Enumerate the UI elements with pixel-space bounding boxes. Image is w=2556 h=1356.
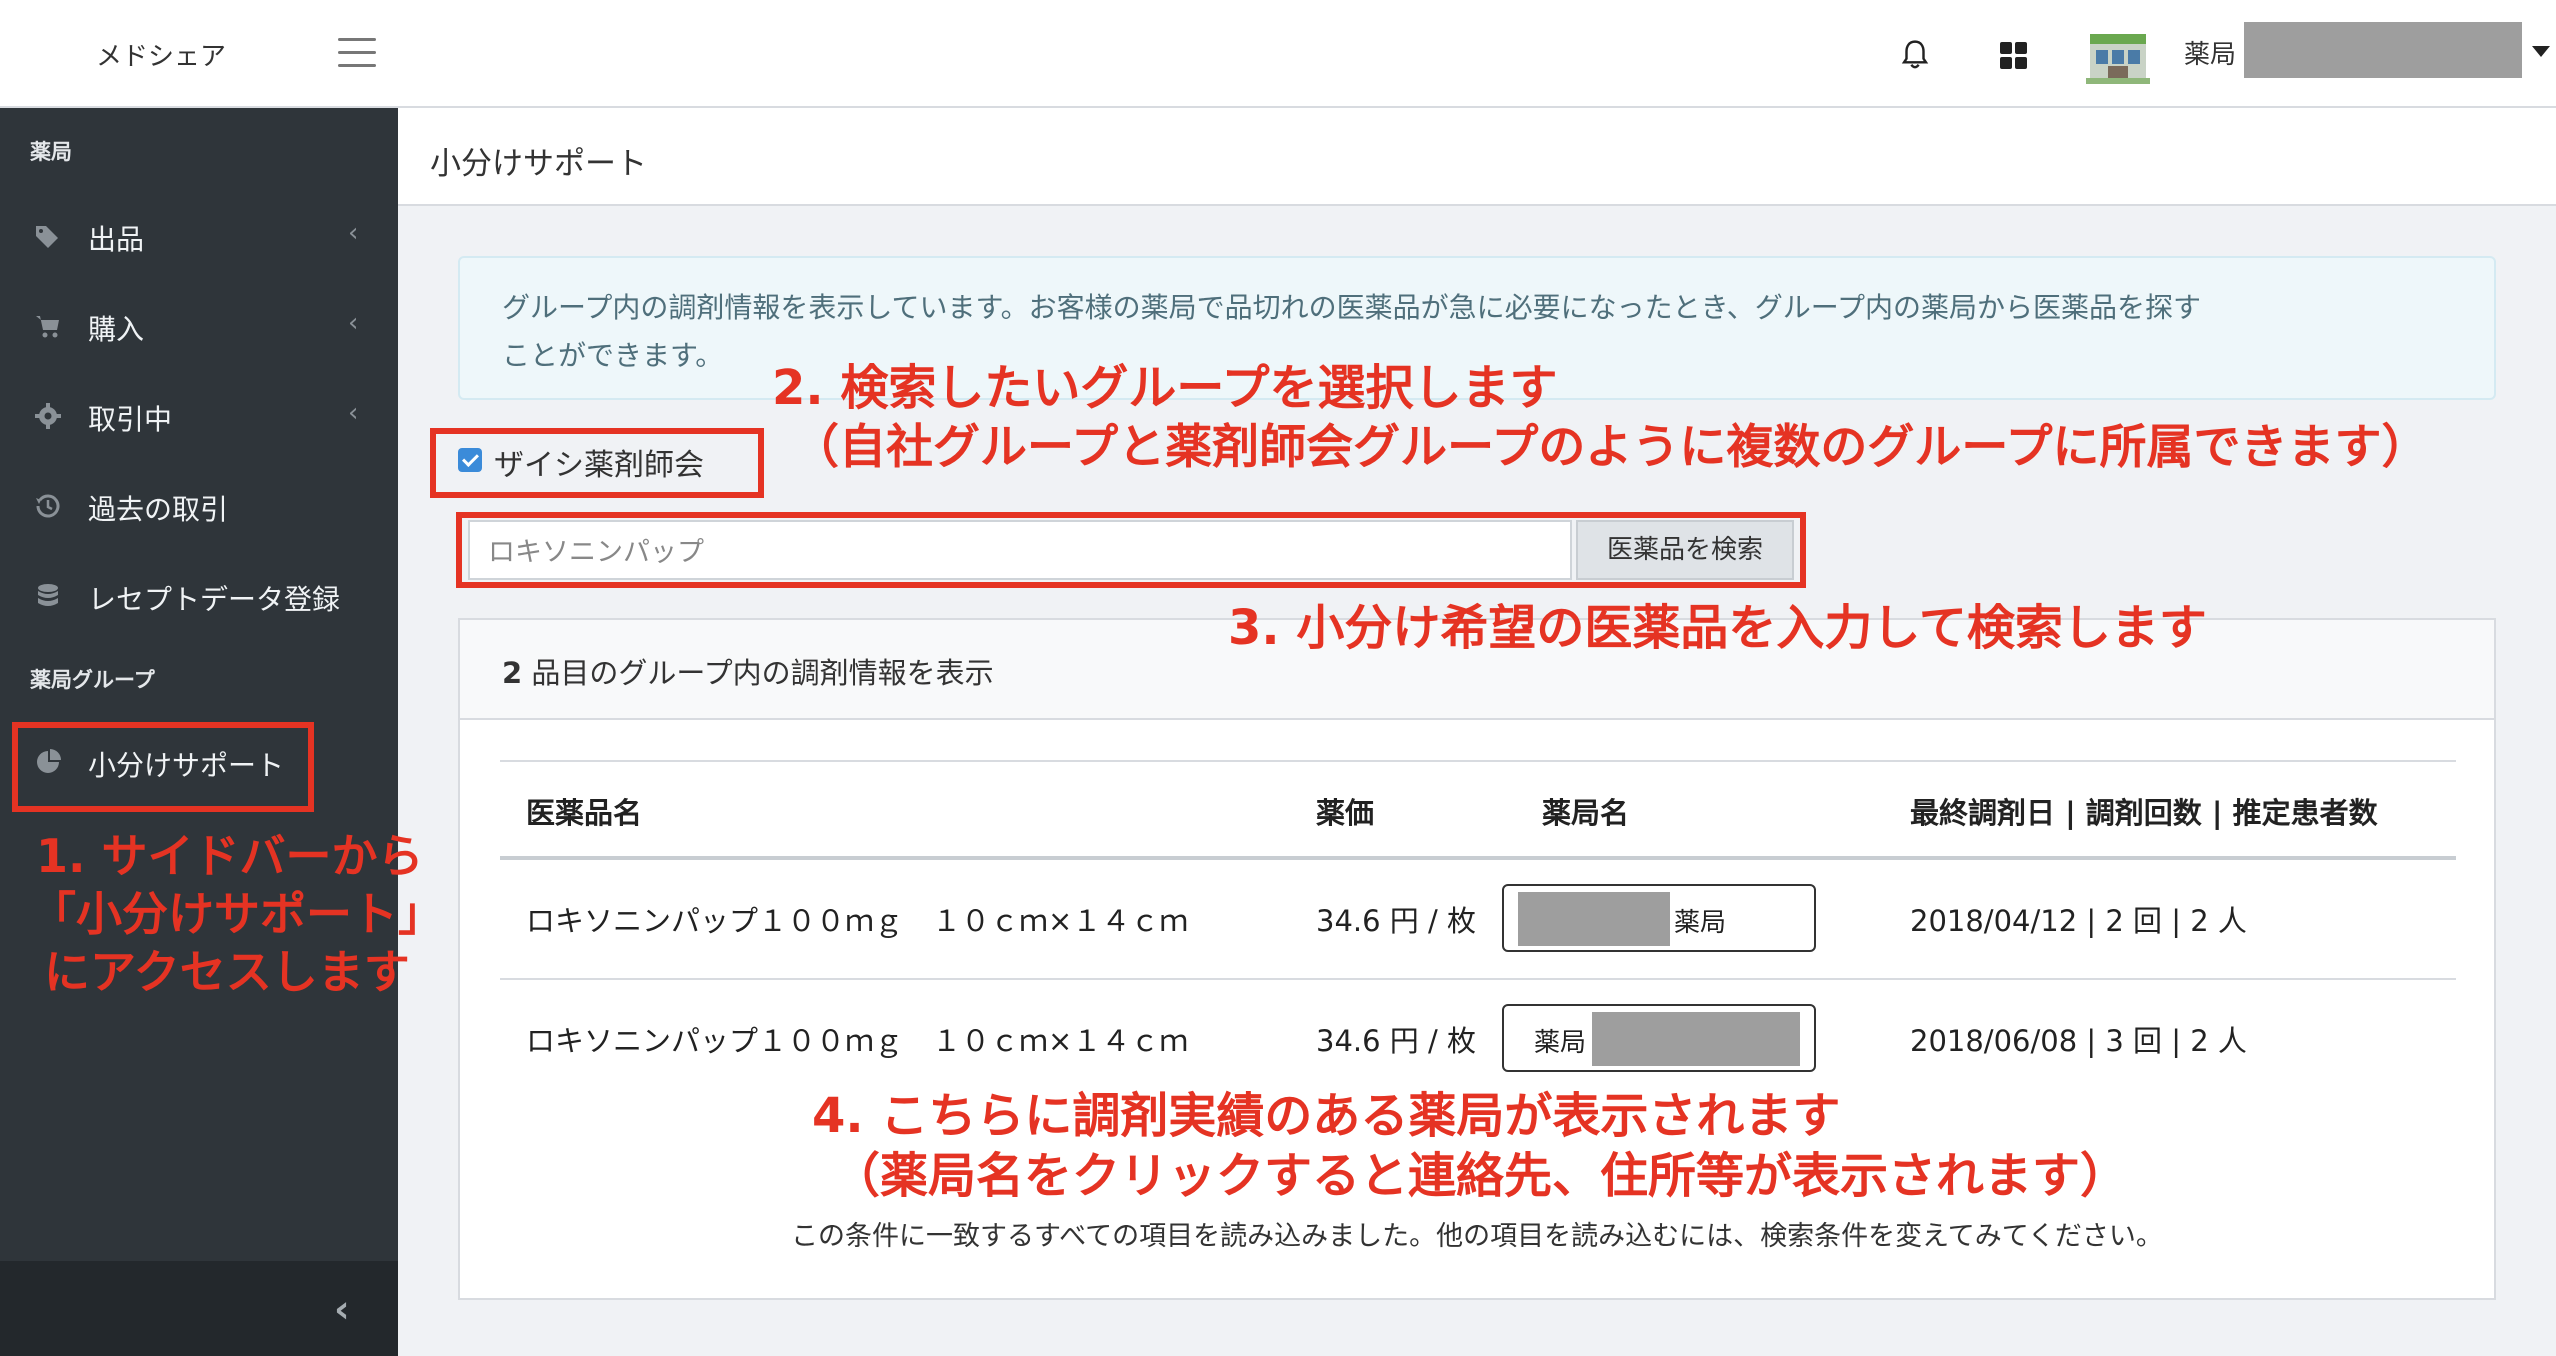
sidebar-item-label: レセプトデータ登録: [88, 583, 341, 616]
redacted-area: [1518, 892, 1670, 946]
gear-icon: [35, 403, 61, 429]
redacted-area: [2244, 22, 2522, 78]
column-header-drug: 医薬品名: [526, 796, 643, 830]
annotation-highlight-search: [456, 512, 1806, 588]
table-row: ロキソニンパップ１００ｍｇ １０ｃｍ×１４ｃｍ 34.6 円 / 枚 薬局 20…: [500, 860, 2456, 980]
sidebar-item-in-progress[interactable]: 取引中 ‹: [0, 376, 398, 456]
database-icon: [38, 584, 58, 606]
history-icon: [36, 494, 60, 518]
sidebar-item-label: 出品: [88, 223, 145, 256]
sidebar-item-label: 過去の取引: [88, 493, 229, 526]
annotation-highlight-sidebar: [12, 722, 314, 812]
sidebar-item-label: 購入: [88, 313, 145, 346]
result-count: 2: [502, 656, 523, 690]
pharmacy-name-button[interactable]: 薬局: [1502, 884, 1816, 952]
drug-price: 34.6 円 / 枚: [1316, 1024, 1476, 1058]
card-title-text: 品目のグループ内の調剤情報を表示: [531, 656, 994, 690]
drug-name: ロキソニンパップ１００ｍｇ １０ｃｍ×１４ｃｍ: [526, 1024, 1189, 1058]
tags-icon: [36, 226, 58, 248]
sidebar-section-pharmacy: 薬局: [30, 140, 72, 164]
pharmacy-avatar[interactable]: [2086, 24, 2150, 84]
sidebar-item-purchase[interactable]: 購入 ‹: [0, 286, 398, 366]
load-complete-message: この条件に一致するすべての項目を読み込みました。他の項目を読み込むには、検索条件…: [791, 1221, 2163, 1252]
pharmacy-name-button[interactable]: 薬局: [1502, 1004, 1816, 1072]
annotation-step1-line2: 「小分けサポート」: [30, 887, 444, 941]
chevron-left-icon: ‹: [348, 218, 359, 248]
bell-icon[interactable]: [1900, 38, 1930, 72]
sidebar-item-listing[interactable]: 出品 ‹: [0, 196, 398, 276]
annotation-step1-line1: 1. サイドバーから: [36, 829, 424, 883]
sidebar-section-pharmacy-group: 薬局グループ: [30, 668, 155, 692]
drug-price: 34.6 円 / 枚: [1316, 904, 1476, 938]
sidebar-minimizer[interactable]: ‹: [0, 1261, 398, 1356]
menu-icon[interactable]: [338, 38, 376, 68]
pharmacy-name: 薬局: [1534, 1028, 1587, 1058]
annotation-step4-line2: （薬局名をクリックすると連絡先、住所等が表示されます）: [832, 1148, 2129, 1204]
sidebar-item-label: 取引中: [88, 403, 173, 436]
annotation-step2-line2: （自社グループと薬剤師会グループのように複数のグループに所属できます）: [792, 420, 2429, 475]
annotation-highlight-group: [430, 428, 764, 498]
pharmacy-name: 薬局: [1674, 908, 1727, 938]
cart-icon: [36, 316, 59, 338]
top-navbar: メドシェア 薬局: [0, 0, 2556, 108]
redacted-area: [1592, 1012, 1800, 1066]
chevron-left-icon: ‹: [348, 308, 359, 338]
user-name[interactable]: 薬局: [2184, 34, 2236, 71]
annotation-step1-line3: にアクセスします: [44, 945, 410, 999]
table-border: [500, 760, 2456, 762]
dispense-stats: 2018/04/12 | 2 回 | 2 人: [1910, 904, 2247, 938]
sidebar-item-receipt-data[interactable]: レセプトデータ登録: [0, 556, 398, 636]
brand-logo[interactable]: メドシェア: [96, 36, 226, 73]
annotation-step3: 3. 小分け希望の医薬品を入力して検索します: [1228, 600, 2207, 656]
drug-name: ロキソニンパップ１００ｍｇ １０ｃｍ×１４ｃｍ: [526, 904, 1189, 938]
chevron-left-icon[interactable]: ‹: [334, 1287, 350, 1331]
alert-line: グループ内の調剤情報を表示しています。お客様の薬局で品切れの医薬品が急に必要にな…: [502, 291, 2202, 324]
sidebar-item-history[interactable]: 過去の取引: [0, 466, 398, 546]
page-header: 小分けサポート: [398, 108, 2556, 206]
table-row: ロキソニンパップ１００ｍｇ １０ｃｍ×１４ｃｍ 34.6 円 / 枚 薬局 20…: [500, 980, 2456, 1100]
card-title: 2 品目のグループ内の調剤情報を表示: [502, 650, 994, 692]
column-header-stats: 最終調剤日 | 調剤回数 | 推定患者数: [1910, 796, 2378, 830]
page-title: 小分けサポート: [430, 146, 647, 182]
annotation-step4-line1: 4. こちらに調剤実績のある薬局が表示されます: [812, 1088, 1841, 1144]
annotation-step2-line1: 2. 検索したいグループを選択します: [772, 360, 1558, 416]
column-header-pharmacy: 薬局名: [1542, 796, 1630, 830]
dispense-stats: 2018/06/08 | 3 回 | 2 人: [1910, 1024, 2247, 1058]
column-header-price: 薬価: [1316, 796, 1375, 830]
chevron-left-icon: ‹: [348, 398, 359, 428]
apps-grid-icon[interactable]: [2000, 42, 2028, 70]
caret-down-icon[interactable]: [2532, 46, 2550, 57]
